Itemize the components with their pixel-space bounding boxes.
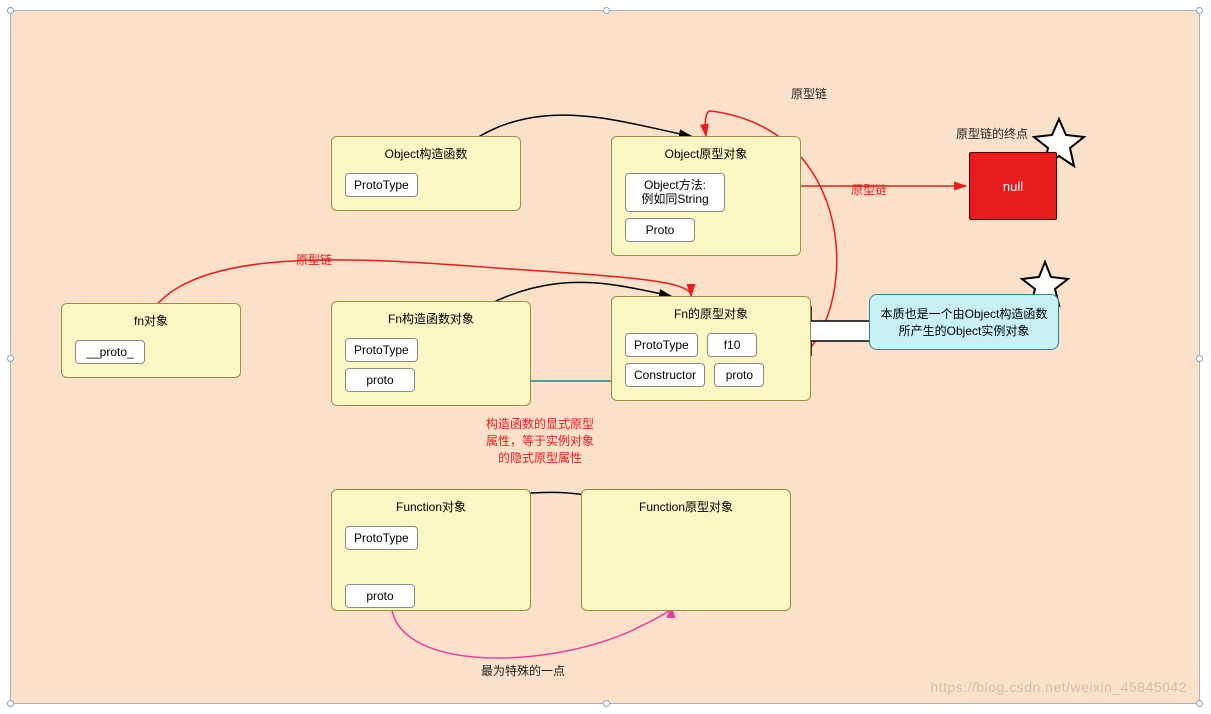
box-fn-instance[interactable]: fn对象 __proto_ [61, 303, 241, 378]
label-explicit-prototype: 构造函数的显式原型 属性，等于实例对象 的隐式原型属性 [486, 416, 594, 466]
slot-proto[interactable]: proto [345, 584, 415, 608]
label-chain-red-tl: 原型链 [296, 251, 332, 268]
box-title: Function对象 [342, 498, 520, 515]
slot-proto[interactable]: __proto_ [75, 340, 145, 364]
resize-handle[interactable] [7, 700, 14, 707]
slot-proto[interactable]: Proto [625, 218, 695, 242]
slot-prototype[interactable]: ProtoType [625, 333, 698, 357]
slot-prototype[interactable]: ProtoType [345, 173, 418, 197]
box-fn-constructor[interactable]: Fn构造函数对象 ProtoType proto [331, 301, 531, 406]
label-chain-top: 原型链 [791, 85, 827, 102]
box-title: Object原型对象 [622, 145, 790, 162]
slot-prototype[interactable]: ProtoType [345, 338, 418, 362]
resize-handle[interactable] [603, 7, 610, 14]
box-object-instance-note[interactable]: 本质也是一个由Object构造函数所产生的Object实例对象 [869, 294, 1059, 350]
null-label: null [1003, 179, 1023, 194]
box-title: Function原型对象 [592, 498, 780, 515]
slot-f10[interactable]: f10 [707, 333, 757, 357]
box-title: Fn的原型对象 [622, 305, 800, 322]
cyan-text: 本质也是一个由Object构造函数所产生的Object实例对象 [881, 307, 1048, 338]
watermark: https://blog.csdn.net/weixin_45845042 [930, 679, 1187, 695]
box-function-prototype[interactable]: Function原型对象 [581, 489, 791, 611]
slot-constructor[interactable]: Constructor [625, 363, 705, 387]
box-title: Fn构造函数对象 [342, 310, 520, 327]
resize-handle[interactable] [1196, 700, 1203, 707]
resize-handle[interactable] [1196, 355, 1203, 362]
slot-proto[interactable]: proto [345, 368, 415, 392]
box-fn-prototype[interactable]: Fn的原型对象 ProtoType f10 Constructor proto [611, 296, 811, 401]
diagram-canvas: Object构造函数 ProtoType Object原型对象 Object方法… [10, 10, 1200, 704]
slot-object-methods[interactable]: Object方法: 例如同String [625, 173, 725, 212]
box-object-constructor[interactable]: Object构造函数 ProtoType [331, 136, 521, 211]
resize-handle[interactable] [603, 700, 610, 707]
box-title: fn对象 [72, 312, 230, 329]
resize-handle[interactable] [1196, 7, 1203, 14]
box-object-prototype[interactable]: Object原型对象 Object方法: 例如同String Proto [611, 136, 801, 256]
slot-proto[interactable]: proto [714, 363, 764, 387]
label-chain-red-mid: 原型链 [851, 181, 887, 198]
box-null[interactable]: null [969, 152, 1057, 220]
slot-prototype[interactable]: ProtoType [345, 526, 418, 550]
resize-handle[interactable] [7, 7, 14, 14]
label-special: 最为特殊的一点 [481, 662, 565, 679]
resize-handle[interactable] [7, 355, 14, 362]
label-terminal: 原型链的终点 [956, 125, 1028, 142]
box-function-object[interactable]: Function对象 ProtoType proto [331, 489, 531, 611]
box-title: Object构造函数 [342, 145, 510, 162]
